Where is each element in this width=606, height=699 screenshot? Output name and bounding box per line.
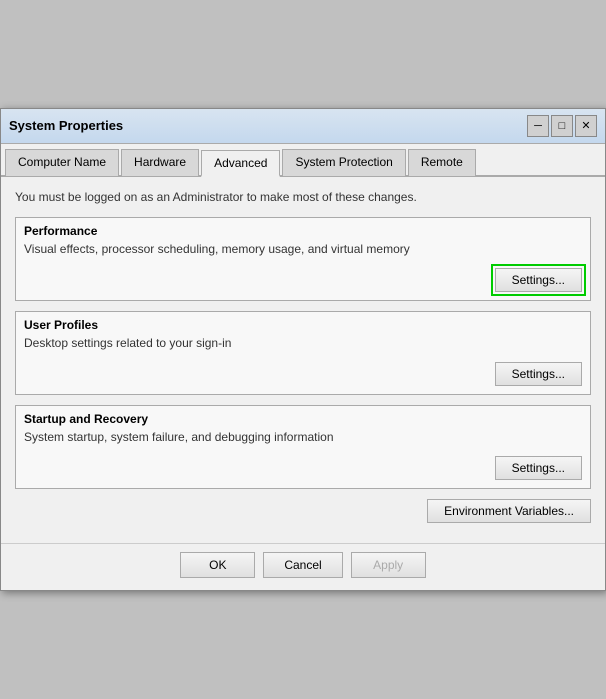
close-button[interactable]: ✕ <box>575 115 597 137</box>
cancel-button[interactable]: Cancel <box>263 552 342 578</box>
performance-section: Performance Visual effects, processor sc… <box>15 217 591 301</box>
tab-computer-name[interactable]: Computer Name <box>5 149 119 176</box>
dialog-footer: OK Cancel Apply <box>1 543 605 590</box>
performance-title: Performance <box>16 218 590 240</box>
performance-settings-button[interactable]: Settings... <box>495 268 582 292</box>
performance-description: Visual effects, processor scheduling, me… <box>16 240 590 264</box>
tab-advanced[interactable]: Advanced <box>201 150 280 177</box>
title-bar-controls: ─ □ ✕ <box>527 115 597 137</box>
ok-button[interactable]: OK <box>180 552 255 578</box>
tab-content: You must be logged on as an Administrato… <box>1 177 605 544</box>
startup-recovery-settings-button[interactable]: Settings... <box>495 456 582 480</box>
tab-hardware[interactable]: Hardware <box>121 149 199 176</box>
performance-footer: Settings... <box>16 264 590 300</box>
title-bar: System Properties ─ □ ✕ <box>1 109 605 144</box>
tab-system-protection[interactable]: System Protection <box>282 149 405 176</box>
user-profiles-settings-button[interactable]: Settings... <box>495 362 582 386</box>
admin-notice: You must be logged on as an Administrato… <box>15 189 591 206</box>
system-properties-window: System Properties ─ □ ✕ Computer Name Ha… <box>0 108 606 592</box>
startup-recovery-footer: Settings... <box>16 452 590 488</box>
startup-recovery-title: Startup and Recovery <box>16 406 590 428</box>
user-profiles-description: Desktop settings related to your sign-in <box>16 334 590 358</box>
minimize-button[interactable]: ─ <box>527 115 549 137</box>
tab-bar: Computer Name Hardware Advanced System P… <box>1 144 605 177</box>
window-title: System Properties <box>9 118 123 133</box>
user-profiles-title: User Profiles <box>16 312 590 334</box>
user-profiles-footer: Settings... <box>16 358 590 394</box>
apply-button[interactable]: Apply <box>351 552 426 578</box>
maximize-button[interactable]: □ <box>551 115 573 137</box>
startup-recovery-section: Startup and Recovery System startup, sys… <box>15 405 591 489</box>
tab-remote[interactable]: Remote <box>408 149 476 176</box>
env-variables-button[interactable]: Environment Variables... <box>427 499 591 523</box>
user-profiles-section: User Profiles Desktop settings related t… <box>15 311 591 395</box>
env-variables-row: Environment Variables... <box>15 499 591 523</box>
startup-recovery-description: System startup, system failure, and debu… <box>16 428 590 452</box>
